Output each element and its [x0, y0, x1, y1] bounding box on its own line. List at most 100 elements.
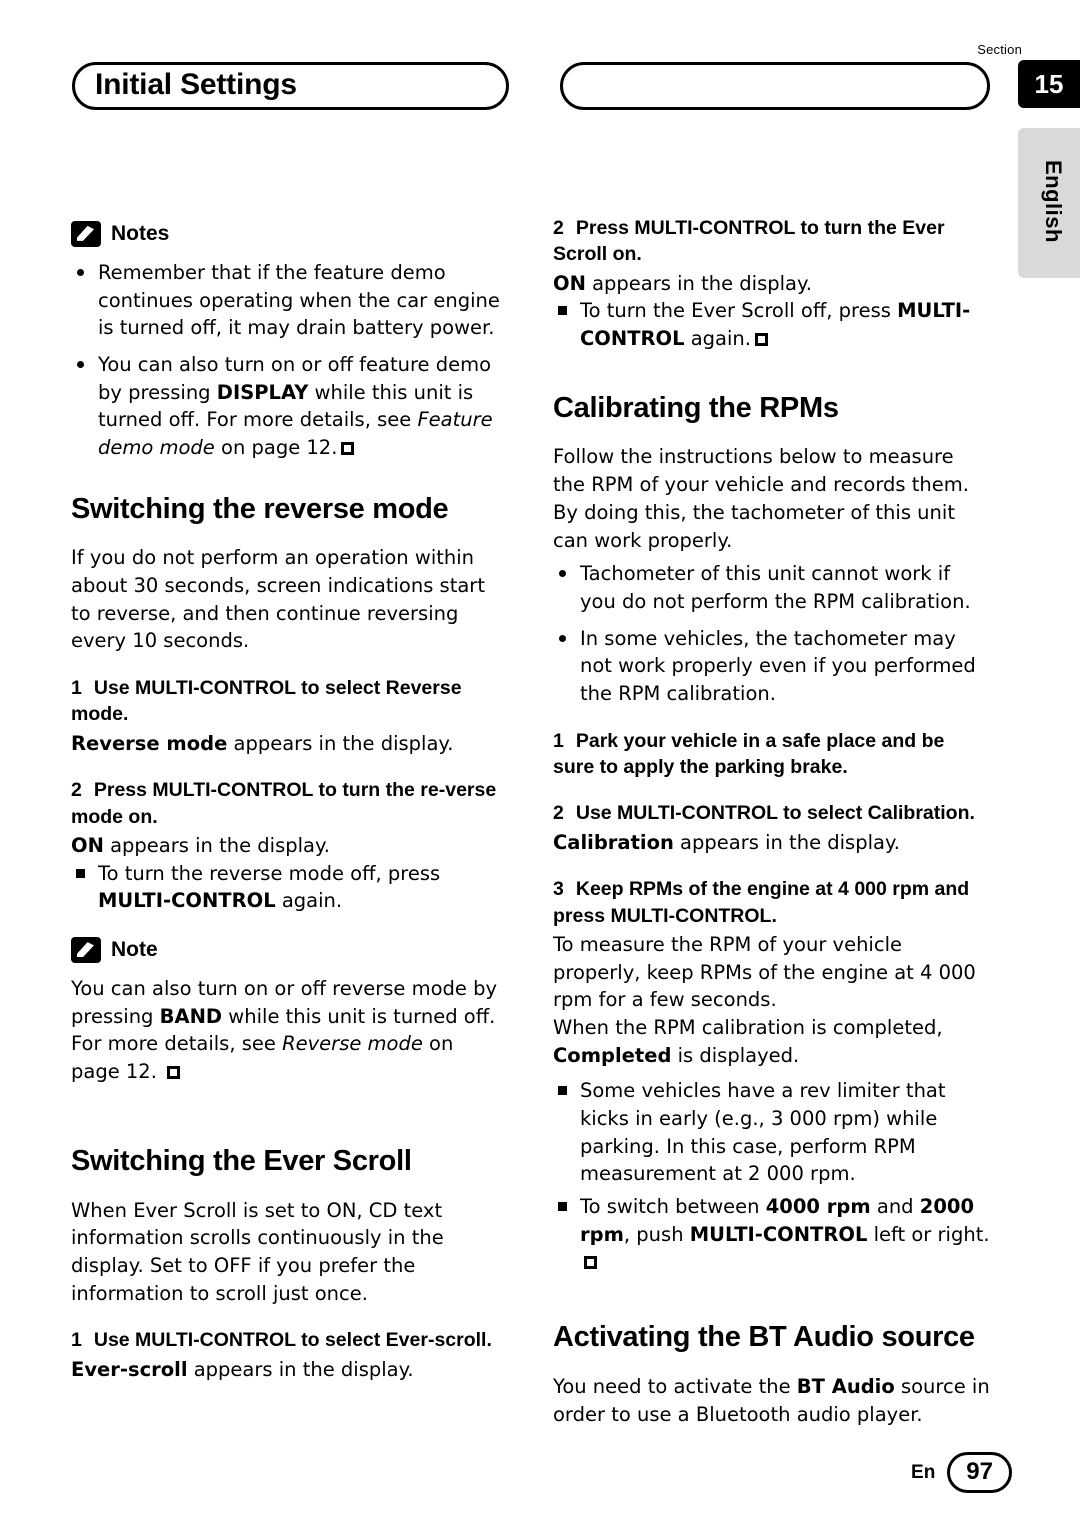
rpm-sublist: Some vehicles have a rev limiter that ki…	[553, 1077, 990, 1276]
list-item: To turn the reverse mode off, press MULT…	[71, 860, 508, 915]
key-display: DISPLAY	[216, 380, 309, 404]
bt-heading-post: source	[873, 1321, 975, 1354]
step-text: Press MULTI-CONTROL to turn the Ever Scr…	[553, 217, 945, 266]
rpm-intro-paragraph: Follow the instructions below to measure…	[553, 445, 969, 552]
end-mark-icon	[584, 1256, 597, 1270]
step-2-rpm-result: Calibration appears in the display.	[553, 829, 990, 857]
list-item: In some vehicles, the tachometer may not…	[553, 625, 990, 708]
section-number-badge: 15	[1018, 60, 1080, 108]
step-number: 2	[553, 802, 564, 825]
step-3-rpm: 3 Keep RPMs of the engine at 4 000 rpm an…	[553, 876, 990, 929]
notes-list: Remember that if the feature demo contin…	[71, 259, 508, 462]
bt-audio-paragraph: You need to activate the BT Audio source…	[553, 1373, 990, 1428]
step-number: 1	[553, 729, 564, 752]
step-number: 1	[71, 1329, 82, 1352]
bt-text-bold: BT Audio	[796, 1374, 895, 1398]
heading-switching-ever-scroll: Switching the Ever Scroll	[71, 1144, 412, 1177]
step-result-bold: ON	[553, 271, 586, 295]
heading-calibrating-rpms: Calibrating the RPMs	[553, 391, 839, 424]
rpm-bullet-2: In some vehicles, the tachometer may not…	[580, 626, 976, 705]
step-1-rpm: 1 Park your vehicle in a safe place and b…	[553, 728, 990, 781]
rpm-sub-1: Some vehicles have a rev limiter that ki…	[580, 1079, 946, 1186]
ref-reverse-mode: Reverse mode	[282, 1032, 423, 1056]
heading-activating-bt-audio: Activating the BT Audio source	[553, 1320, 990, 1355]
step-text: Use MULTI-CONTROL to select Ever-scroll.	[93, 1329, 492, 1352]
step-2-sublist: To turn the reverse mode off, press MULT…	[71, 860, 508, 915]
step-result-bold: Calibration	[553, 830, 674, 854]
step-text: Use MULTI-CONTROL to select Calibration.	[575, 802, 975, 825]
step-1-ever-scroll-result: Ever-scroll appears in the display.	[71, 1356, 508, 1384]
ref-feature-demo-mode: Feature demo mode	[98, 408, 493, 459]
step-result-rest: appears in the display.	[227, 731, 454, 755]
step-text: Use MULTI-CONTROL to select Reverse mode…	[71, 677, 462, 726]
reverse-intro-paragraph: If you do not perform an operation withi…	[71, 546, 485, 653]
list-item: To switch between 4000 rpm and 2000 rpm,…	[553, 1193, 990, 1276]
ever-scroll-intro-paragraph: When Ever Scroll is set to ON, CD text i…	[71, 1198, 444, 1305]
note-title: Note	[111, 938, 158, 962]
rpm-sub2-pre: To switch between	[580, 1195, 766, 1219]
step-result-rest: appears in the display.	[187, 1357, 414, 1381]
notes-header: Notes	[71, 219, 508, 249]
section-label: Section	[977, 42, 1022, 57]
list-item: To turn the Ever Scroll off, press MULTI…	[553, 297, 990, 352]
key-band: BAND	[159, 1004, 223, 1028]
rpm-sub2-post: , push	[623, 1222, 690, 1246]
step-result-rest: appears in the display.	[103, 834, 330, 858]
left-column: Notes Remember that if the feature demo …	[71, 215, 508, 1383]
step-result-bold: Reverse mode	[71, 731, 228, 755]
list-item: Some vehicles have a rev limiter that ki…	[553, 1077, 990, 1188]
page-title: Initial Settings	[95, 68, 297, 101]
step-result-rest: appears in the display.	[585, 271, 812, 295]
step-number: 2	[553, 217, 564, 239]
page-footer: En 97	[911, 1452, 1012, 1493]
note-text-1: Remember that if the feature demo contin…	[98, 260, 500, 340]
note-header: Note	[71, 935, 508, 965]
rpm-4000: 4000 rpm	[765, 1195, 871, 1219]
step-1-ever-scroll: 1 Use MULTI-CONTROL to select Ever-scroll…	[71, 1327, 508, 1353]
key-multi-control: MULTI-CONTROL	[580, 299, 971, 350]
step-3-rpm-body: To measure the RPM of your vehicle prope…	[553, 932, 976, 1012]
step-2-result: ON appears in the display.	[71, 832, 508, 860]
step-2-reverse: 2 Press MULTI-CONTROL to turn the re-vers…	[71, 777, 508, 830]
step-number: 1	[71, 677, 82, 700]
step-2-ever-scroll: 2 Press MULTI-CONTROL to turn the Ever Sc…	[553, 215, 990, 268]
completed-post: is displayed.	[671, 1043, 800, 1067]
step-text: Park your vehicle in a safe place and be…	[553, 729, 945, 778]
bt-text-pre: You need to activate the	[553, 1374, 797, 1398]
rpm-bullet-1: Tachometer of this unit cannot work if y…	[580, 562, 971, 613]
key-multi-control: MULTI-CONTROL	[98, 889, 276, 913]
end-mark-icon	[341, 441, 355, 455]
rpm-sub2-mid: and	[870, 1195, 920, 1219]
step-number: 3	[553, 878, 564, 901]
step-1-result: Reverse mode appears in the display.	[71, 730, 508, 758]
list-item: Remember that if the feature demo contin…	[71, 259, 508, 342]
end-mark-icon	[754, 333, 768, 346]
step-text: Press MULTI-CONTROL to turn the re-verse…	[71, 779, 497, 828]
heading-switching-reverse-mode: Switching the reverse mode	[71, 492, 449, 525]
right-column: 2 Press MULTI-CONTROL to turn the Ever Sc…	[553, 215, 990, 1428]
step-number: 2	[71, 779, 82, 802]
pencil-note-icon	[71, 220, 101, 247]
step-1-reverse: 1 Use MULTI-CONTROL to select Reverse mod…	[71, 675, 508, 728]
key-multi-control: MULTI-CONTROL	[689, 1222, 868, 1246]
step-text: Keep RPMs of the engine at 4 000 rpm and…	[553, 878, 970, 927]
title-pill-right	[560, 62, 990, 110]
step-2-ever-scroll-result: ON appears in the display.	[553, 270, 990, 298]
completed-bold: Completed	[553, 1043, 672, 1067]
notes-title: Notes	[111, 222, 170, 245]
end-mark-icon	[167, 1066, 181, 1080]
step-3-rpm-body2: When the RPM calibration is completed, C…	[553, 1014, 990, 1069]
rpm-sub2-end: left or right.	[867, 1222, 990, 1246]
manual-page: Section 15 English Initial Settings Note…	[0, 0, 1080, 1529]
footer-language-code: En	[911, 1461, 936, 1483]
rpm-bullet-list: Tachometer of this unit cannot work if y…	[553, 560, 990, 707]
bt-heading-pre: Activating the	[553, 1321, 749, 1354]
list-item: Tachometer of this unit cannot work if y…	[553, 560, 990, 615]
step-result-bold: ON	[71, 834, 104, 858]
step-2-rpm: 2 Use MULTI-CONTROL to select Calibration…	[553, 800, 990, 826]
bt-heading-bold: BT Audio	[748, 1321, 874, 1354]
language-tab-label: English	[1041, 160, 1066, 243]
ever-scroll-sublist: To turn the Ever Scroll off, press MULTI…	[553, 297, 990, 352]
completed-pre: When the RPM calibration is completed,	[553, 1015, 943, 1039]
list-item: You can also turn on or off feature demo…	[71, 351, 508, 462]
